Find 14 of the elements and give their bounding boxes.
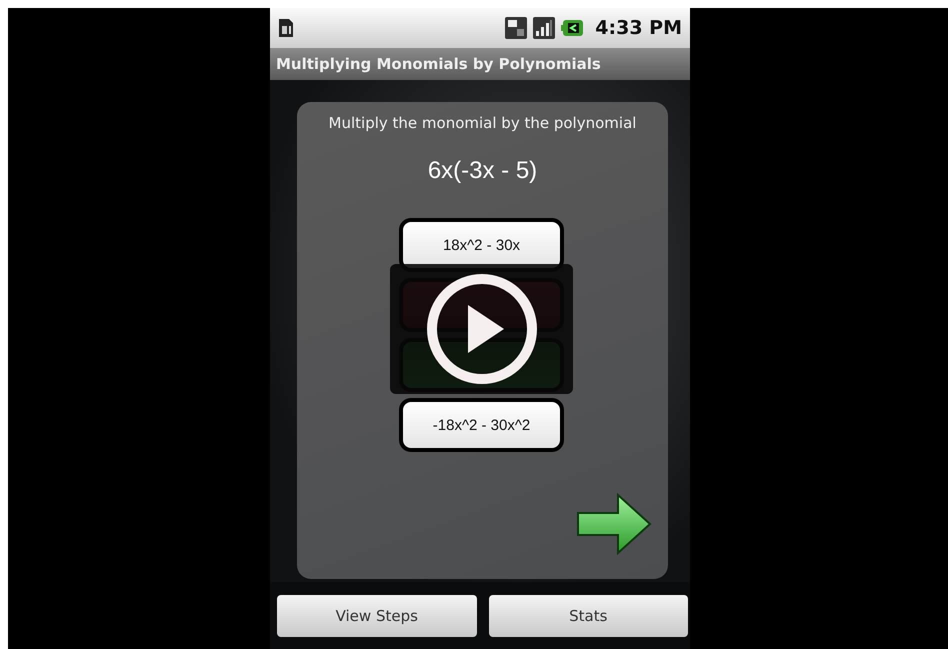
next-arrow-icon[interactable] bbox=[576, 493, 652, 555]
view-steps-button[interactable]: View Steps bbox=[277, 595, 476, 637]
network-3g-icon bbox=[505, 17, 528, 39]
clock-time: 4:33 PM bbox=[595, 17, 682, 39]
battery-icon bbox=[561, 18, 586, 38]
instruction-text: Multiply the monomial by the polynomial bbox=[328, 114, 636, 132]
stats-button[interactable]: Stats bbox=[488, 595, 688, 637]
signal-icon bbox=[533, 17, 556, 39]
title-bar: Multiplying Monomials by Polynomials bbox=[270, 48, 690, 80]
play-icon[interactable] bbox=[426, 273, 538, 385]
expression-text: 6x(-3x - 5) bbox=[428, 157, 538, 185]
answer-button[interactable]: -18x^2 - 30x^2 bbox=[399, 398, 564, 452]
sim-card-icon bbox=[278, 18, 294, 38]
video-overlay[interactable] bbox=[390, 264, 573, 394]
